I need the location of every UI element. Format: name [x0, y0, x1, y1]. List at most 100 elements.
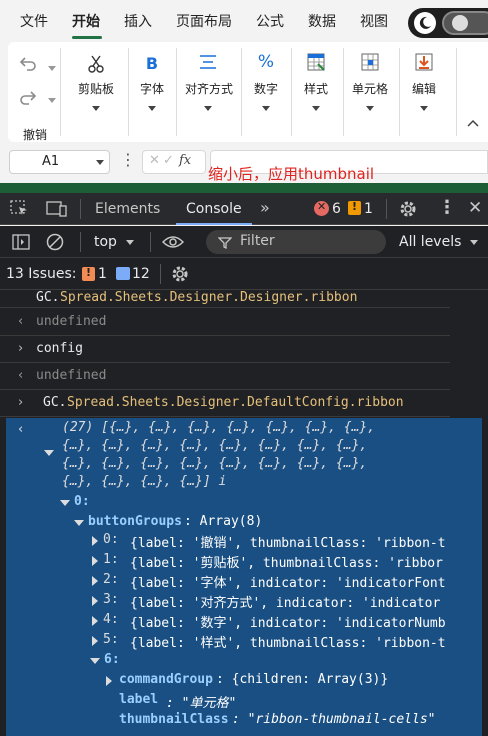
- tab-elements[interactable]: Elements: [95, 201, 160, 217]
- array-item-preview: {label: '样式', thumbnailClass: 'ribbon-t: [130, 636, 446, 651]
- issues-bar: 13 Issues: ! 1 12: [0, 258, 488, 290]
- console-text: undefined: [36, 314, 107, 329]
- redo-icon[interactable]: [16, 90, 40, 111]
- tab-console[interactable]: Console: [186, 201, 242, 217]
- collapse-ribbon-icon[interactable]: [464, 116, 482, 132]
- formula-buttons: ✕ ✓ fx: [142, 150, 206, 174]
- expand-triangle-icon[interactable]: [74, 520, 84, 526]
- tab-page-layout[interactable]: 页面布局: [176, 11, 232, 31]
- align-icon: [196, 54, 220, 75]
- group-label-cells: 单元格: [351, 82, 388, 96]
- font-group[interactable]: B 字体: [130, 42, 174, 142]
- console-text: GC.: [36, 290, 60, 305]
- chevron-down-icon[interactable]: [126, 240, 134, 245]
- more-options-icon[interactable]: ⋮: [438, 197, 456, 218]
- device-toolbar-icon[interactable]: [46, 200, 68, 222]
- inspect-element-icon[interactable]: [10, 200, 30, 222]
- tab-file[interactable]: 文件: [20, 11, 48, 31]
- warning-count[interactable]: 1: [364, 201, 373, 217]
- array-item-preview: {label: '字体', indicator: 'indicatorFont: [130, 576, 446, 591]
- close-icon[interactable]: ✕: [468, 198, 482, 218]
- filter-input[interactable]: Filter: [206, 230, 386, 254]
- toggle-knob: [452, 15, 468, 31]
- prompt-arrow-icon: ›: [18, 341, 24, 356]
- annotation-text: 缩小后，应用thumbnail: [208, 165, 375, 183]
- group-divider: [456, 48, 457, 136]
- issue-info-icon[interactable]: [116, 267, 130, 280]
- tab-insert[interactable]: 插入: [124, 11, 152, 31]
- group-divider: [128, 48, 129, 136]
- issue-warning-icon[interactable]: !: [82, 266, 95, 281]
- error-count[interactable]: 6: [332, 201, 341, 217]
- alignment-group[interactable]: 对齐方式: [176, 42, 240, 142]
- issues-warning-count[interactable]: 1: [98, 266, 107, 282]
- confirm-icon[interactable]: ✓: [163, 153, 174, 168]
- expand-triangle-icon[interactable]: [92, 536, 98, 546]
- console-output: GC. Spread.Sheets.Designer.Designer.ribb…: [0, 290, 488, 736]
- log-levels-selector[interactable]: All levels: [399, 234, 461, 250]
- eye-icon[interactable]: [161, 234, 185, 254]
- console-line[interactable]: › GC. Spread.Sheets.Designer.DefaultConf…: [0, 391, 450, 417]
- sidebar-toggle-icon[interactable]: [12, 234, 30, 254]
- fill-down-icon: [412, 52, 436, 77]
- devtools-tab-bar: Elements Console » ✕ 6 ! 1 ⋮ ✕: [0, 193, 488, 225]
- fx-icon[interactable]: fx: [179, 153, 191, 168]
- chevron-down-icon: [366, 106, 374, 111]
- array-summary-line: {…}, {…}, {…}, {…}] i: [62, 474, 227, 489]
- property-key: commandGroup: [119, 672, 213, 687]
- context-selector[interactable]: top: [94, 234, 117, 250]
- warning-icon[interactable]: !: [348, 200, 361, 215]
- error-icon[interactable]: ✕: [314, 200, 329, 216]
- gear-icon[interactable]: [170, 264, 190, 288]
- issues-label[interactable]: 13 Issues:: [6, 266, 76, 282]
- name-box[interactable]: A1: [9, 150, 110, 174]
- cells-icon: [358, 52, 382, 77]
- expand-triangle-icon[interactable]: [44, 450, 54, 456]
- console-line[interactable]: › config: [0, 337, 450, 363]
- array-item-preview: {label: '剪贴板', thumbnailClass: 'ribbor: [130, 556, 443, 571]
- tab-formulas[interactable]: 公式: [256, 11, 284, 31]
- expand-triangle-icon[interactable]: [106, 676, 112, 686]
- expand-triangle-icon[interactable]: [60, 500, 70, 506]
- expand-triangle-icon[interactable]: [92, 596, 98, 606]
- tab-view[interactable]: 视图: [360, 11, 388, 31]
- styles-group[interactable]: 样式: [292, 42, 340, 142]
- tab-home[interactable]: 开始: [72, 11, 100, 31]
- array-summary-line: (27) [{…}, {…}, {…}, {…}, {…}, {…}, {…},: [62, 420, 376, 435]
- clipboard-group[interactable]: 剪贴板: [64, 42, 128, 142]
- more-vertical-icon[interactable]: ⋮: [120, 150, 136, 169]
- clear-console-icon[interactable]: [46, 233, 64, 255]
- undo-dropdown-icon[interactable]: [48, 66, 56, 71]
- percent-icon: %: [257, 52, 275, 72]
- array-index: 1:: [103, 552, 119, 567]
- tab-data[interactable]: 数据: [308, 11, 336, 31]
- expand-triangle-icon[interactable]: [92, 636, 98, 646]
- cells-group[interactable]: 单元格: [344, 42, 396, 142]
- table-style-icon: [304, 52, 328, 77]
- expand-triangle-icon[interactable]: [92, 556, 98, 566]
- gear-icon[interactable]: [398, 199, 418, 223]
- expand-triangle-icon[interactable]: [92, 616, 98, 626]
- editing-group[interactable]: 编辑: [402, 42, 446, 142]
- theme-toggle[interactable]: [408, 8, 488, 38]
- issues-info-count[interactable]: 12: [132, 266, 150, 282]
- expand-triangle-icon[interactable]: [90, 658, 100, 664]
- toolbar-divider: [150, 232, 151, 252]
- name-box-value: A1: [42, 154, 60, 169]
- array-index: 3:: [103, 592, 119, 607]
- chevron-down-icon: [92, 106, 100, 111]
- redo-dropdown-icon[interactable]: [48, 98, 56, 103]
- moon-icon: [414, 12, 436, 34]
- expanded-array-output[interactable]: ‹ (27) [{…}, {…}, {…}, {…}, {…}, {…}, {……: [6, 418, 482, 736]
- undo-icon[interactable]: [16, 56, 40, 77]
- group-label-number: 数字: [253, 82, 278, 96]
- array-summary-line: {…}, {…}, {…}, {…}, {…}, {…}, {…}, {…},: [62, 456, 368, 471]
- number-group[interactable]: % 数字: [242, 42, 290, 142]
- cancel-icon[interactable]: ✕: [149, 153, 160, 168]
- chevron-down-icon[interactable]: [470, 240, 478, 245]
- more-tabs-icon[interactable]: »: [260, 198, 270, 217]
- filter-placeholder: Filter: [240, 233, 275, 249]
- chevron-down-icon[interactable]: [96, 160, 104, 165]
- expand-triangle-icon[interactable]: [92, 576, 98, 586]
- active-tab-underline: [72, 36, 102, 39]
